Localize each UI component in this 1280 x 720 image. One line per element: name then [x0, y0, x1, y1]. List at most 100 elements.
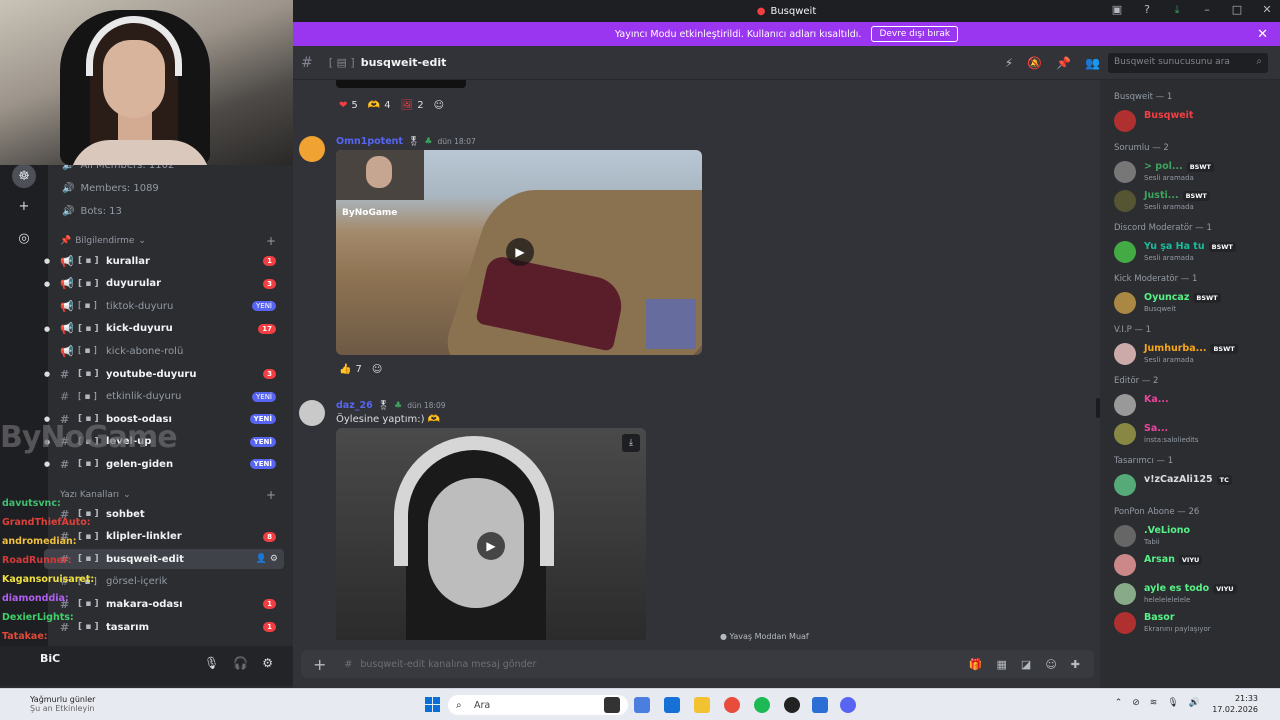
channel-emoji-icon: [ ▪ ]: [78, 301, 97, 312]
sticker-icon[interactable]: ◪: [1021, 658, 1031, 671]
close-banner-icon[interactable]: ✕: [1257, 27, 1268, 42]
avatar[interactable]: [299, 136, 325, 162]
hash-icon: #: [344, 658, 353, 670]
threads-icon[interactable]: ⚡: [1005, 56, 1013, 70]
disable-streamer-mode-button[interactable]: Devre dışı bırak: [871, 26, 959, 42]
emoji-icon[interactable]: ☺: [1045, 658, 1056, 671]
member-item[interactable]: > pol... BSWT Sesli aramada: [1114, 159, 1280, 185]
overlay-chat-line: davutsvnc:: [2, 494, 152, 513]
discover-icon[interactable]: ◎: [12, 226, 36, 250]
server-search-input[interactable]: Busqweit sunucusunu ara ⌕: [1108, 53, 1268, 73]
channel-item[interactable]: 📢 [ ▪ ] tiktok-duyuru YENİ: [44, 296, 284, 316]
play-icon[interactable]: ▶: [506, 238, 534, 266]
notification-bell-icon[interactable]: 🔕: [1027, 56, 1042, 70]
microphone-icon[interactable]: 🎙: [1167, 698, 1178, 708]
apps-icon[interactable]: ✚: [1071, 658, 1080, 671]
add-channel-icon[interactable]: +: [266, 234, 276, 248]
video-attachment[interactable]: ByNoGame ▶: [336, 150, 702, 355]
add-channel-icon[interactable]: +: [266, 488, 276, 502]
inbox-icon[interactable]: ▣: [1110, 3, 1124, 17]
wifi-icon[interactable]: ≋: [1150, 698, 1158, 708]
member-item[interactable]: Jumhurba... BSWT Sesli aramada: [1114, 341, 1280, 367]
channel-item[interactable]: ● # [ ▪ ] youtube-duyuru 3: [44, 364, 284, 384]
minimize-button[interactable]: –: [1200, 3, 1214, 17]
maximize-button[interactable]: □: [1230, 3, 1244, 17]
message-author[interactable]: daz_26: [336, 400, 373, 411]
channel-item[interactable]: ● # [ ▪ ] gelen-giden YENİ: [44, 454, 284, 474]
server-icon[interactable]: ☸: [12, 164, 36, 188]
reaction[interactable]: 🫶 4: [368, 100, 391, 111]
task-view-icon[interactable]: [604, 697, 620, 713]
member-status: Sesli aramada: [1144, 203, 1194, 211]
help-icon[interactable]: ?: [1140, 3, 1154, 17]
gift-icon[interactable]: 🎁: [969, 658, 983, 671]
channel-type-icon: 📢: [60, 322, 74, 336]
role-header-text: PonPon Abone — 26: [1114, 507, 1200, 517]
headphones-icon[interactable]: 🎧: [233, 656, 248, 670]
role-header-text: Tasarımcı — 1: [1114, 456, 1174, 466]
download-icon[interactable]: ⤓: [1170, 3, 1184, 17]
category-info[interactable]: 📌 Bilgilendirme ⌄ +: [60, 234, 276, 248]
channel-name: kick-abone-rolü: [106, 345, 184, 357]
overlay-chat-line: DexierLights:: [2, 608, 152, 627]
member-list-icon[interactable]: 👥: [1085, 56, 1100, 70]
microphone-icon[interactable]: 🎙: [204, 656, 219, 670]
channel-settings-icon[interactable]: 👤 ⚙: [256, 554, 278, 564]
member-item[interactable]: Sa... insta:saloliedits: [1114, 421, 1280, 447]
channel-item[interactable]: ● 📢 [ ▪ ] kurallar 1: [44, 251, 284, 271]
weather-widget[interactable]: Yağmurlu günler Şu an Etkinleyin: [30, 695, 95, 713]
member-item[interactable]: Ka...: [1114, 392, 1280, 418]
member-item[interactable]: ayle es todo VIYU helelelelelele: [1114, 581, 1280, 607]
discord-taskbar-icon[interactable]: [840, 697, 856, 713]
store-icon[interactable]: [664, 697, 680, 713]
chevron-up-icon[interactable]: ⌃: [1115, 698, 1123, 708]
channel-item[interactable]: # [ ▪ ] etkinlik-duyuru YENİ: [44, 387, 284, 407]
obs-icon[interactable]: [784, 697, 800, 713]
username[interactable]: BiC: [40, 652, 60, 665]
clock[interactable]: 21:33 17.02.2026: [1212, 693, 1258, 715]
reaction-thumbs-up[interactable]: 👍 7: [339, 364, 362, 375]
unread-dot-icon: ●: [44, 370, 51, 378]
search-icon: ⌕: [1256, 56, 1262, 67]
add-server-icon[interactable]: +: [12, 194, 36, 218]
channel-item[interactable]: 📢 [ ▪ ] kick-abone-rolü: [44, 341, 284, 361]
avatar[interactable]: [299, 400, 325, 426]
member-item[interactable]: v!zCazAli125 TC: [1114, 472, 1280, 498]
overlay-chat-user: davutsvnc:: [2, 498, 61, 509]
app-icon[interactable]: [812, 697, 828, 713]
member-item[interactable]: Justi... BSWT Sesli aramada: [1114, 188, 1280, 214]
taskbar-search[interactable]: ⌕ Ara: [448, 695, 628, 715]
settings-gear-icon[interactable]: ⚙: [262, 656, 273, 670]
spotify-icon[interactable]: [754, 697, 770, 713]
play-icon[interactable]: ▶: [477, 532, 505, 560]
chrome-icon[interactable]: [724, 697, 740, 713]
channel-badge: 1: [263, 622, 276, 632]
message-input[interactable]: + # busqweit-edit kanalına mesaj gönder …: [301, 650, 1094, 678]
member-item[interactable]: Busqweit: [1114, 108, 1280, 134]
member-item[interactable]: .VeLiono Tabii: [1114, 523, 1280, 549]
file-explorer-icon[interactable]: [694, 697, 710, 713]
member-item[interactable]: Oyuncaz BSWT Busqweit: [1114, 290, 1280, 316]
add-reaction-icon[interactable]: ☺: [372, 364, 382, 375]
reaction[interactable]: ❤ 5: [339, 100, 358, 111]
gif-icon[interactable]: ▦: [997, 658, 1007, 671]
weather-text: Yağmurlu günler: [30, 695, 96, 704]
windows-start-icon[interactable]: [425, 697, 441, 713]
video-attachment[interactable]: ⤓ ▶: [336, 428, 646, 640]
channel-item[interactable]: ● 📢 [ ▪ ] kick-duyuru 17: [44, 319, 284, 339]
download-icon[interactable]: ⤓: [622, 434, 640, 452]
close-window-button[interactable]: ✕: [1260, 3, 1274, 17]
reaction[interactable]: 🖼 2: [401, 100, 424, 111]
pin-icon[interactable]: 📌: [1056, 56, 1071, 70]
member-item[interactable]: Basor Ekranını paylaşıyor: [1114, 610, 1280, 636]
copilot-icon[interactable]: [634, 697, 650, 713]
member-item[interactable]: Arsan VIYU: [1114, 552, 1280, 578]
member-name-row: Busqweit: [1144, 110, 1193, 121]
member-item[interactable]: Yu şa Ha tu BSWT Sesli aramada: [1114, 239, 1280, 265]
message-author[interactable]: Omn1potent: [336, 136, 403, 147]
volume-icon[interactable]: 🔊: [1189, 698, 1200, 708]
add-reaction-icon[interactable]: ☺: [434, 100, 444, 111]
network-icon[interactable]: ⊘: [1132, 698, 1140, 708]
upload-plus-icon[interactable]: +: [313, 655, 326, 674]
channel-item[interactable]: ● 📢 [ ▪ ] duyurular 3: [44, 274, 284, 294]
